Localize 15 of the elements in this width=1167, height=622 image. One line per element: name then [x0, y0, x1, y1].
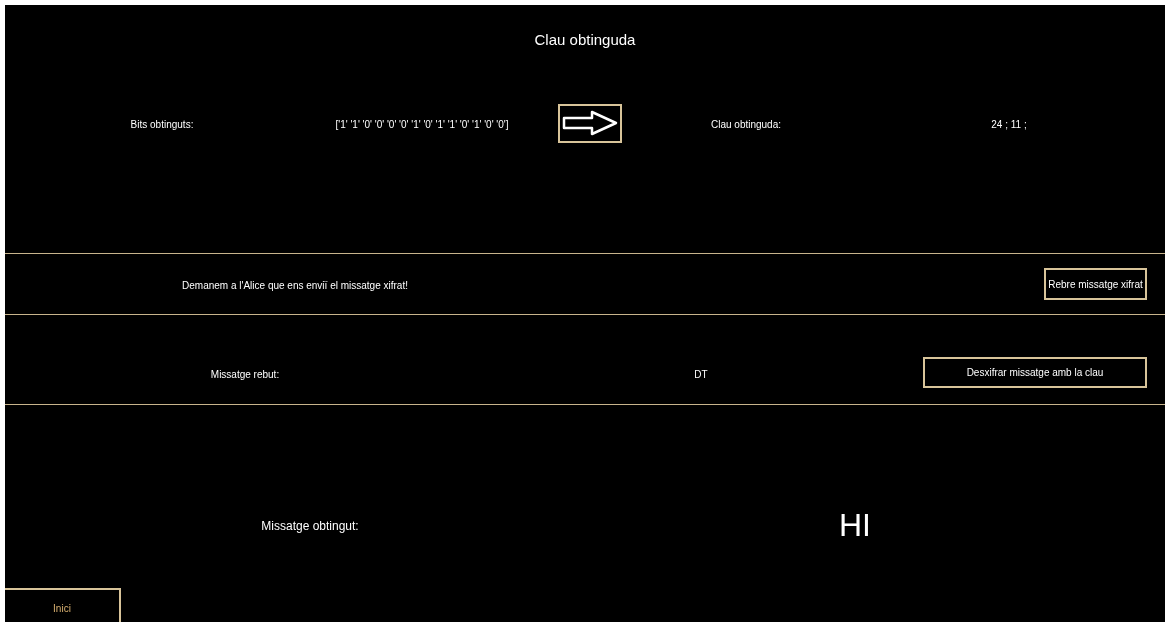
received-value: DT — [694, 368, 708, 380]
arrow-icon — [562, 110, 618, 136]
key-value: 24 ; 11 ; — [991, 119, 1027, 130]
key-label: Clau obtinguda: — [710, 119, 782, 130]
page-title: Clau obtinguda — [534, 29, 636, 50]
decrypt-button[interactable]: Desxifrar missatge amb la clau — [923, 357, 1147, 388]
result-value: HI — [839, 506, 871, 543]
request-text: Demanem a l'Alice que ens enviï el missatge xifrat! — [182, 280, 408, 291]
result-label: Missatge obtingut: — [261, 518, 359, 533]
arrow-button[interactable] — [558, 103, 622, 143]
bits-label: Bits obtinguts: — [130, 119, 194, 130]
bits-value: ['1' '1' '0' '0' '0' '0' '1' '0' '1' '1' '0' '1' '0' '0'] — [335, 119, 509, 130]
receive-button[interactable]: Rebre missatge xifrat — [1044, 268, 1147, 300]
home-button[interactable]: Inici — [5, 588, 121, 622]
received-label: Missatge rebut: — [210, 368, 280, 380]
